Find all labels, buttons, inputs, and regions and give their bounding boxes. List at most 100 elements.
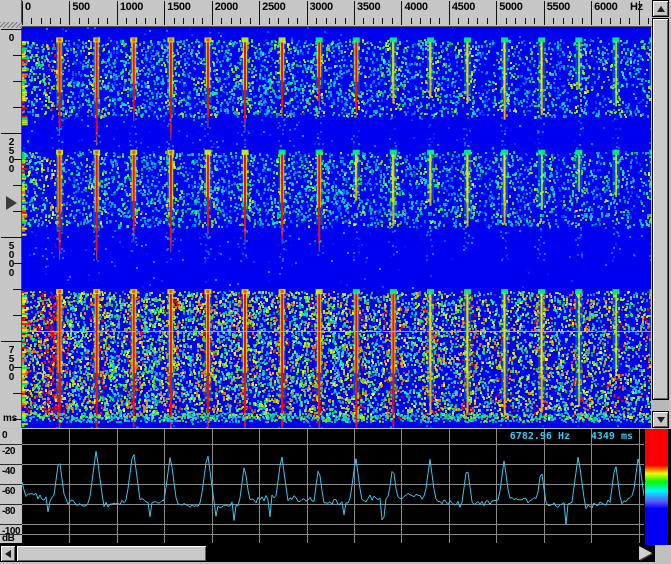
horizontal-scrollbar-thumb[interactable] — [16, 545, 207, 562]
frequency-ruler: Hz 0500100015002000250030003500400045005… — [22, 0, 652, 27]
ruler-minor-tick — [13, 107, 22, 108]
frequency-ruler-label: 5500 — [547, 1, 570, 13]
ruler-minor-tick — [373, 18, 374, 24]
scroll-down-button[interactable] — [652, 411, 669, 428]
ruler-minor-tick — [145, 18, 146, 24]
db-scale-line — [0, 504, 22, 505]
horizontal-scrollbar[interactable] — [0, 545, 655, 562]
time-ruler-label: 2500 — [3, 137, 17, 173]
ruler-minor-tick — [202, 18, 203, 24]
vertical-scrollbar-thumb[interactable] — [652, 18, 669, 400]
db-scale-label: -80 — [2, 506, 15, 517]
ruler-minor-tick — [98, 18, 99, 24]
db-scale-label: -20 — [2, 446, 15, 457]
db-scale-line — [0, 464, 22, 465]
ruler-major-tick — [401, 1, 402, 25]
ruler-minor-tick — [13, 211, 22, 212]
ruler-minor-tick — [468, 18, 469, 24]
frequency-ruler-label: 0 — [25, 1, 31, 13]
time-ruler: ms 0250050007500 — [0, 27, 22, 428]
ruler-major-tick — [591, 1, 592, 25]
db-scale-label: -100 — [2, 526, 20, 537]
ruler-minor-tick — [13, 159, 22, 160]
frequency-ruler-label: 3500 — [357, 1, 380, 13]
ruler-minor-tick — [221, 18, 222, 24]
ruler-minor-tick — [174, 18, 175, 24]
ruler-minor-tick — [411, 18, 412, 24]
ruler-major-tick — [639, 1, 640, 25]
db-scale-label: -40 — [2, 466, 15, 477]
vertical-scrollbar[interactable] — [652, 0, 669, 428]
scroll-up-button[interactable] — [652, 0, 669, 17]
scroll-right-icon[interactable] — [639, 546, 652, 560]
ruler-major-tick — [22, 1, 23, 25]
time-ruler-label: 0 — [3, 33, 17, 42]
db-scale: dB 0-20-40-60-80-100 — [0, 429, 22, 543]
scroll-left-button[interactable] — [0, 545, 16, 562]
ruler-minor-tick — [13, 55, 22, 56]
spectrum-plot[interactable] — [22, 429, 644, 543]
frequency-ruler-label: 4500 — [452, 1, 475, 13]
ruler-hatch-strip — [0, 22, 22, 28]
spectrogram-app-window: Hz 0500100015002000250030003500400045005… — [0, 0, 671, 564]
ruler-minor-tick — [13, 263, 22, 264]
ruler-major-tick — [259, 1, 260, 25]
ruler-minor-tick — [231, 18, 232, 24]
ruler-minor-tick — [458, 18, 459, 24]
ruler-major-tick — [354, 1, 355, 25]
ruler-minor-tick — [572, 18, 573, 24]
ruler-minor-tick — [439, 18, 440, 24]
ruler-minor-tick — [316, 18, 317, 24]
ruler-minor-tick — [88, 18, 89, 24]
ruler-minor-tick — [534, 18, 535, 24]
ruler-minor-tick — [553, 18, 554, 24]
time-position-marker[interactable] — [6, 196, 17, 210]
frequency-ruler-label: 6000 — [594, 1, 617, 13]
ruler-minor-tick — [50, 18, 51, 24]
frequency-ruler-label: 1500 — [167, 1, 190, 13]
ruler-major-tick — [449, 1, 450, 25]
ruler-minor-tick — [297, 18, 298, 24]
ruler-minor-tick — [183, 18, 184, 24]
ruler-major-tick — [69, 1, 70, 25]
db-scale-line — [0, 524, 22, 525]
cursor-frequency-readout: 6782.96 Hz — [510, 431, 570, 442]
ruler-minor-tick — [487, 18, 488, 24]
frequency-ruler-label: 5000 — [499, 1, 522, 13]
ruler-major-tick — [212, 1, 213, 25]
ruler-minor-tick — [107, 18, 108, 24]
frequency-ruler-label: 2500 — [262, 1, 285, 13]
ruler-minor-tick — [326, 18, 327, 24]
ruler-minor-tick — [335, 18, 336, 24]
ruler-minor-tick — [13, 393, 22, 394]
ruler-minor-tick — [363, 18, 364, 24]
frequency-unit-label: Hz — [630, 1, 643, 13]
db-scale-label: 0 — [2, 430, 7, 441]
ruler-minor-tick — [269, 18, 270, 24]
ruler-minor-tick — [79, 18, 80, 24]
ruler-minor-tick — [629, 18, 630, 24]
time-ruler-label: 5000 — [3, 241, 17, 277]
ruler-minor-tick — [278, 18, 279, 24]
ruler-minor-tick — [430, 18, 431, 24]
ruler-minor-tick — [345, 18, 346, 24]
ruler-minor-tick — [136, 18, 137, 24]
ruler-major-tick — [496, 1, 497, 25]
ruler-major-tick — [1, 341, 22, 342]
ruler-minor-tick — [563, 18, 564, 24]
ruler-minor-tick — [13, 185, 22, 186]
ruler-minor-tick — [13, 315, 22, 316]
ruler-minor-tick — [477, 18, 478, 24]
ruler-minor-tick — [31, 18, 32, 24]
frequency-ruler-label: 1000 — [120, 1, 143, 13]
ruler-minor-tick — [506, 18, 507, 24]
ruler-minor-tick — [126, 18, 127, 24]
ruler-minor-tick — [13, 81, 22, 82]
scroll-down-icon — [657, 417, 665, 423]
ruler-minor-tick — [13, 419, 22, 420]
spectrogram-display[interactable] — [22, 27, 651, 428]
scroll-up-icon — [657, 6, 665, 12]
db-scale-line — [0, 444, 22, 445]
ruler-minor-tick — [420, 18, 421, 24]
ruler-minor-tick — [155, 18, 156, 24]
